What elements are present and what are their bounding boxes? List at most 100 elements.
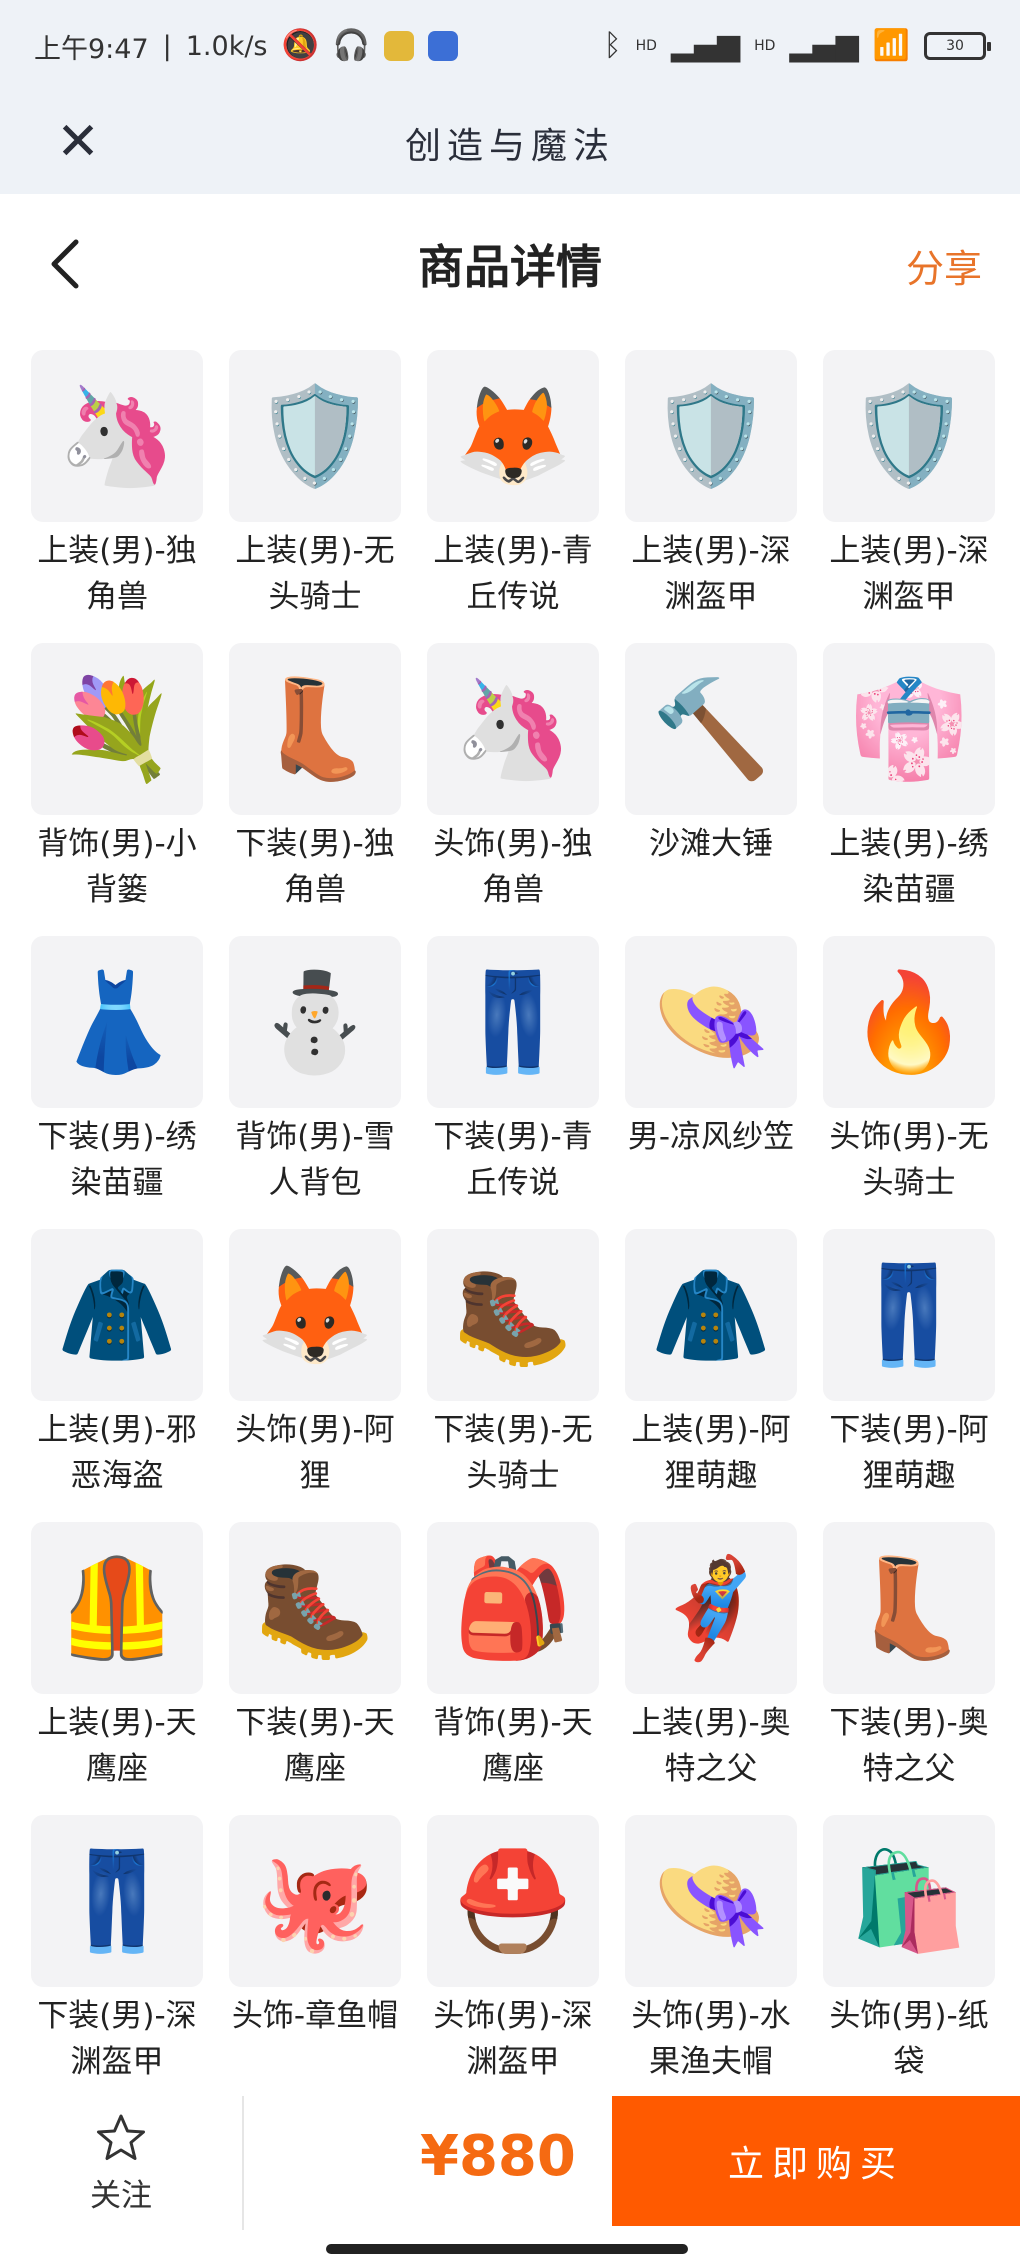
hd-label-1: HD <box>635 38 657 54</box>
item-thumbnail-icon: 👢 <box>229 643 401 815</box>
back-arrow-icon[interactable] <box>46 234 86 294</box>
item-name: 头饰(男)-阿狸 <box>235 1412 395 1494</box>
item-name: 下装(男)-青丘传说 <box>433 1119 593 1201</box>
grid-item[interactable]: 🥾 下装(男)-天鹰座 <box>222 1522 408 1815</box>
item-thumbnail-icon: 👒 <box>625 1815 797 1987</box>
item-thumbnail-icon: 💐 <box>31 643 203 815</box>
item-name: 上装(男)-天鹰座 <box>37 1705 197 1787</box>
wifi-icon: 📶 <box>872 28 910 63</box>
grid-item[interactable]: 🛡️ 上装(男)-深渊盔甲 <box>618 350 804 643</box>
signal-icon: ▂▄▆ <box>670 28 741 63</box>
item-name: 上装(男)-阿狸萌趣 <box>631 1412 791 1494</box>
grid-item[interactable]: 👖 下装(男)-阿狸萌趣 <box>816 1229 1002 1522</box>
grid-item[interactable]: ⛄ 背饰(男)-雪人背包 <box>222 936 408 1229</box>
network-speed: 1.0k/s <box>185 30 268 62</box>
grid-item[interactable]: 🎒 背饰(男)-天鹰座 <box>420 1522 606 1815</box>
page-title: 商品详情 <box>418 240 602 294</box>
grid-item[interactable]: 👢 下装(男)-奥特之父 <box>816 1522 1002 1815</box>
close-icon[interactable]: ✕ <box>50 114 106 170</box>
item-thumbnail-icon: 🎒 <box>427 1522 599 1694</box>
grid-item[interactable]: 🐙 头饰-章鱼帽 <box>222 1815 408 2108</box>
grid-item[interactable]: 👗 下装(男)-绣染苗疆 <box>24 936 210 1229</box>
grid-item[interactable]: 🧥 上装(男)-阿狸萌趣 <box>618 1229 804 1522</box>
item-name: 上装(男)-深渊盔甲 <box>829 533 989 615</box>
hd-label-2: HD <box>754 38 776 54</box>
webview-title-bar: ✕ 创造与魔法 <box>0 92 1020 194</box>
item-name: 下装(男)-绣染苗疆 <box>37 1119 197 1201</box>
item-name: 上装(男)-青丘传说 <box>433 533 593 615</box>
grid-item[interactable]: 🦊 上装(男)-青丘传说 <box>420 350 606 643</box>
app-notification-icon <box>384 31 415 61</box>
grid-item[interactable]: 🛍️ 头饰(男)-纸袋 <box>816 1815 1002 2108</box>
battery-icon: 30 <box>924 32 991 60</box>
grid-item[interactable]: 👖 下装(男)-深渊盔甲 <box>24 1815 210 2108</box>
grid-item[interactable]: 🦸 上装(男)-奥特之父 <box>618 1522 804 1815</box>
item-name: 男-凉风纱笠 <box>627 1119 795 1155</box>
grid-item[interactable]: 💐 背饰(男)-小背篓 <box>24 643 210 936</box>
item-name: 头饰(男)-纸袋 <box>829 1998 989 2080</box>
item-thumbnail-icon: 👒 <box>625 936 797 1108</box>
item-name: 背饰(男)-雪人背包 <box>235 1119 395 1201</box>
grid-item[interactable]: 👢 下装(男)-独角兽 <box>222 643 408 936</box>
divider <box>242 2096 244 2230</box>
grid-item[interactable]: 🦄 头饰(男)-独角兽 <box>420 643 606 936</box>
grid-item[interactable]: 👖 下装(男)-青丘传说 <box>420 936 606 1229</box>
item-name: 背饰(男)-天鹰座 <box>433 1705 593 1787</box>
grid-item[interactable]: 👒 头饰(男)-水果渔夫帽 <box>618 1815 804 2108</box>
item-thumbnail-icon: 🦸 <box>625 1522 797 1694</box>
item-thumbnail-icon: 🧥 <box>31 1229 203 1401</box>
item-thumbnail-icon: 🔥 <box>823 936 995 1108</box>
grid-item[interactable]: 🔨 沙滩大锤 <box>618 643 804 936</box>
item-name: 下装(男)-深渊盔甲 <box>37 1998 197 2080</box>
grid-item[interactable]: 👒 男-凉风纱笠 <box>618 936 804 1229</box>
grid-item[interactable]: 🦊 头饰(男)-阿狸 <box>222 1229 408 1522</box>
item-thumbnail-icon: ⛑️ <box>427 1815 599 1987</box>
item-name: 下装(男)-独角兽 <box>235 826 395 908</box>
item-thumbnail-icon: 👗 <box>31 936 203 1108</box>
webview-title: 创造与魔法 <box>404 126 615 167</box>
status-time: 上午9:47 <box>34 33 149 65</box>
signal-icon-2: ▂▄▆ <box>789 28 859 63</box>
grid-item[interactable]: 🔥 头饰(男)-无头骑士 <box>816 936 1002 1229</box>
item-thumbnail-icon: 👖 <box>31 1815 203 1987</box>
item-thumbnail-icon: 🦄 <box>427 643 599 815</box>
grid-item[interactable]: 🦺 上装(男)-天鹰座 <box>24 1522 210 1815</box>
item-name: 上装(男)-奥特之父 <box>631 1705 791 1787</box>
item-thumbnail-icon: 👘 <box>823 643 995 815</box>
home-indicator <box>326 2244 688 2254</box>
item-thumbnail-icon: 🥾 <box>229 1522 401 1694</box>
status-separator: | <box>162 30 172 62</box>
item-name: 下装(男)-天鹰座 <box>235 1705 395 1787</box>
item-thumbnail-icon: 🔨 <box>625 643 797 815</box>
item-thumbnail-icon: 🦺 <box>31 1522 203 1694</box>
item-name: 头饰(男)-独角兽 <box>433 826 593 908</box>
follow-button[interactable]: 关注 <box>60 2112 182 2222</box>
grid-item[interactable]: 🦄 上装(男)-独角兽 <box>24 350 210 643</box>
grid-item[interactable]: 🛡️ 上装(男)-深渊盔甲 <box>816 350 1002 643</box>
item-name: 背饰(男)-小背篓 <box>37 826 197 908</box>
share-button[interactable]: 分享 <box>906 238 982 293</box>
item-thumbnail-icon: 🧥 <box>625 1229 797 1401</box>
grid-item[interactable]: 🥾 下装(男)-无头骑士 <box>420 1229 606 1522</box>
item-name: 头饰(男)-深渊盔甲 <box>433 1998 593 2080</box>
headphones-icon: 🎧 <box>332 28 371 63</box>
item-thumbnail-icon: 🛡️ <box>229 350 401 522</box>
item-thumbnail-icon: 🦊 <box>427 350 599 522</box>
item-name: 头饰(男)-水果渔夫帽 <box>631 1998 791 2080</box>
grid-item[interactable]: 🧥 上装(男)-邪恶海盗 <box>24 1229 210 1522</box>
item-thumbnail-icon: 🛡️ <box>823 350 995 522</box>
buy-now-button[interactable]: 立即购买 <box>612 2096 1020 2226</box>
item-thumbnail-icon: 🦄 <box>31 350 203 522</box>
bluetooth-icon: ᛒ <box>603 28 622 63</box>
grid-item[interactable]: ⛑️ 头饰(男)-深渊盔甲 <box>420 1815 606 2108</box>
item-thumbnail-icon: 👖 <box>823 1229 995 1401</box>
grid-item[interactable]: 👘 上装(男)-绣染苗疆 <box>816 643 1002 936</box>
item-thumbnail-icon: 🦊 <box>229 1229 401 1401</box>
item-grid: 🦄 上装(男)-独角兽 🛡️ 上装(男)-无头骑士 🦊 上装(男)-青丘传说 🛡️ 上装(男)… <box>24 350 1004 2108</box>
mute-icon: 🔕 <box>281 28 319 63</box>
grid-item[interactable]: 🛡️ 上装(男)-无头骑士 <box>222 350 408 643</box>
item-thumbnail-icon: 🛡️ <box>625 350 797 522</box>
follow-label: 关注 <box>90 2178 152 2214</box>
item-name: 下装(男)-无头骑士 <box>433 1412 593 1494</box>
item-name: 头饰(男)-无头骑士 <box>829 1119 989 1201</box>
